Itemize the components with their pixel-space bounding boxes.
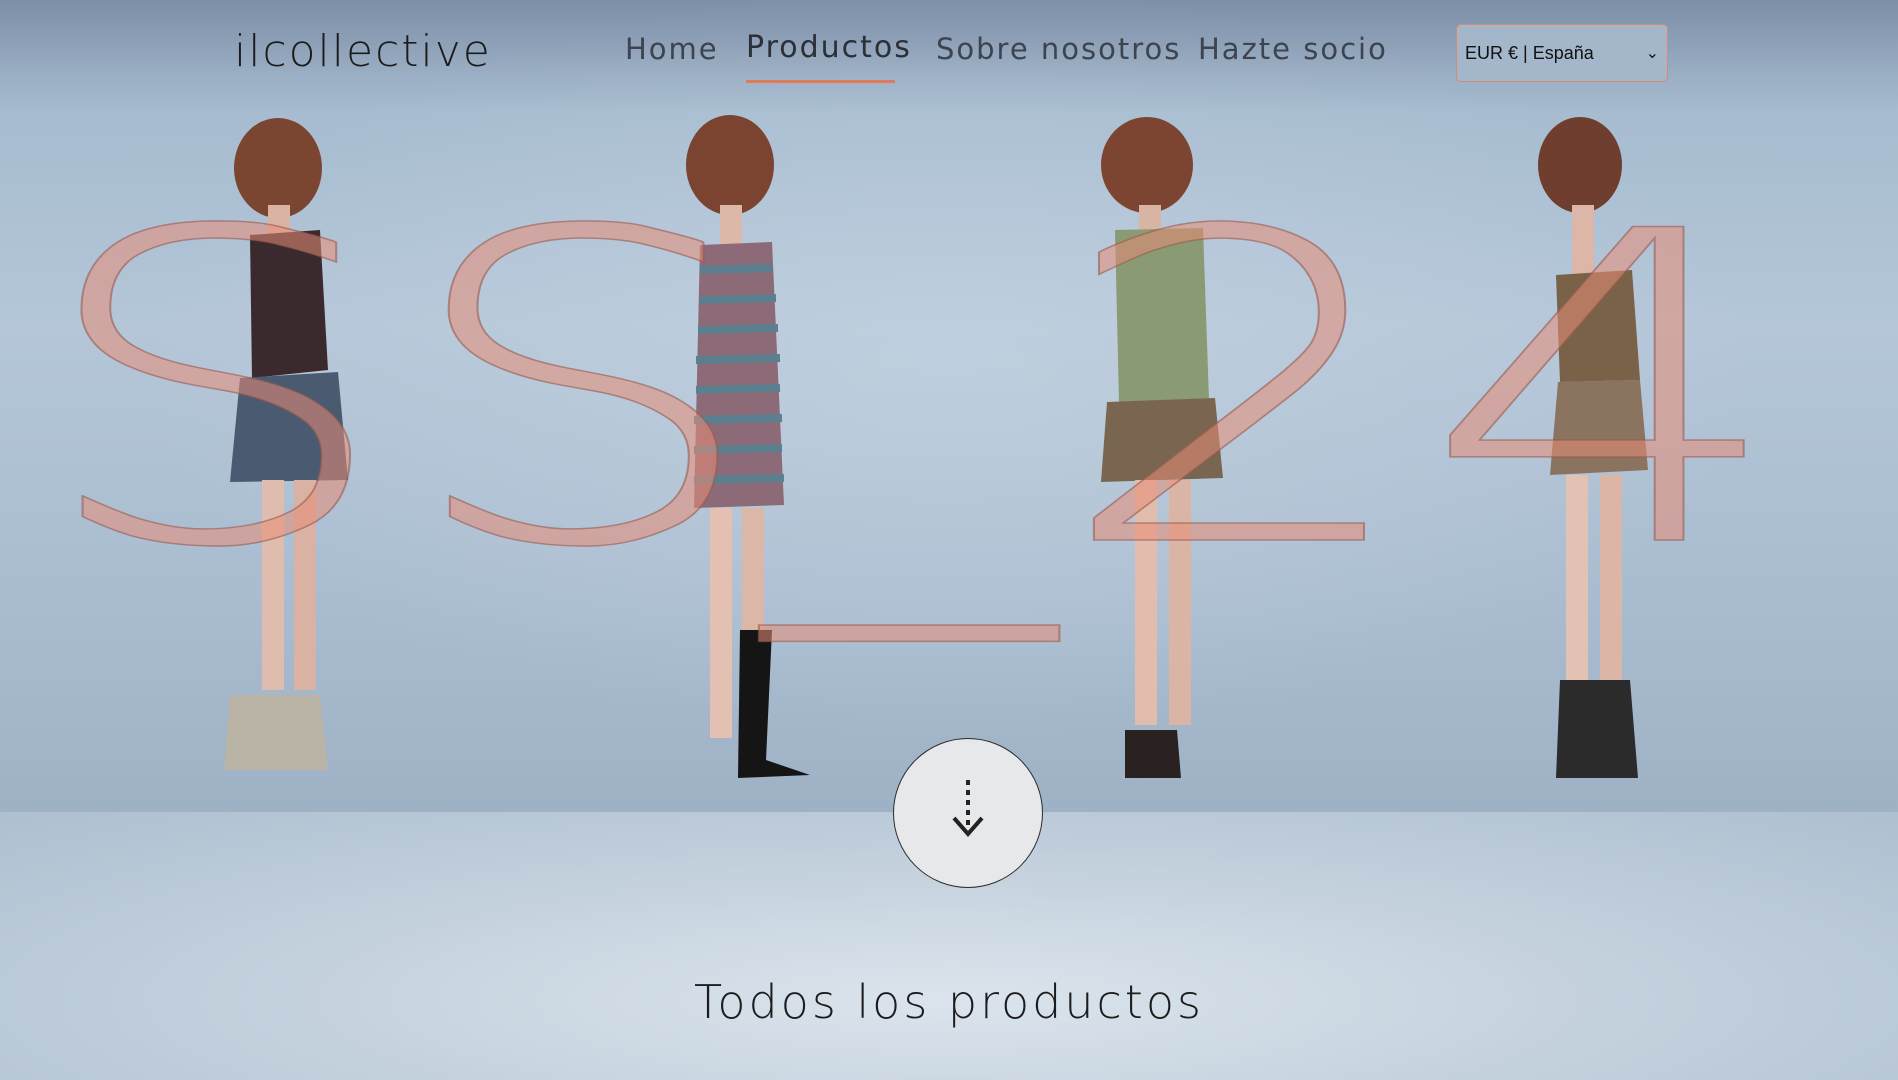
- overlay-text: SS_24: [30, 142, 1790, 648]
- scroll-down-button[interactable]: [893, 738, 1043, 888]
- active-nav-indicator: [746, 80, 895, 83]
- nav-home-link[interactable]: Home: [625, 32, 719, 66]
- hero-banner: SS_24: [0, 0, 1898, 812]
- nav-about-link[interactable]: Sobre nosotros: [936, 32, 1181, 66]
- site-header: ilcollective Home Productos Sobre nosotr…: [0, 0, 1898, 100]
- nav-products-link[interactable]: Productos: [746, 30, 912, 65]
- section-title: Todos los productos: [694, 975, 1204, 1029]
- collection-overlay-text: SS_24: [0, 0, 1898, 812]
- nav-join-link[interactable]: Hazte socio: [1198, 32, 1388, 66]
- dashed-arrow-down-icon: [952, 780, 984, 838]
- chevron-down-icon: ⌄: [1645, 45, 1659, 62]
- currency-country-select[interactable]: EUR € | España ⌄: [1456, 24, 1668, 82]
- currency-select-value: EUR € | España: [1465, 42, 1594, 63]
